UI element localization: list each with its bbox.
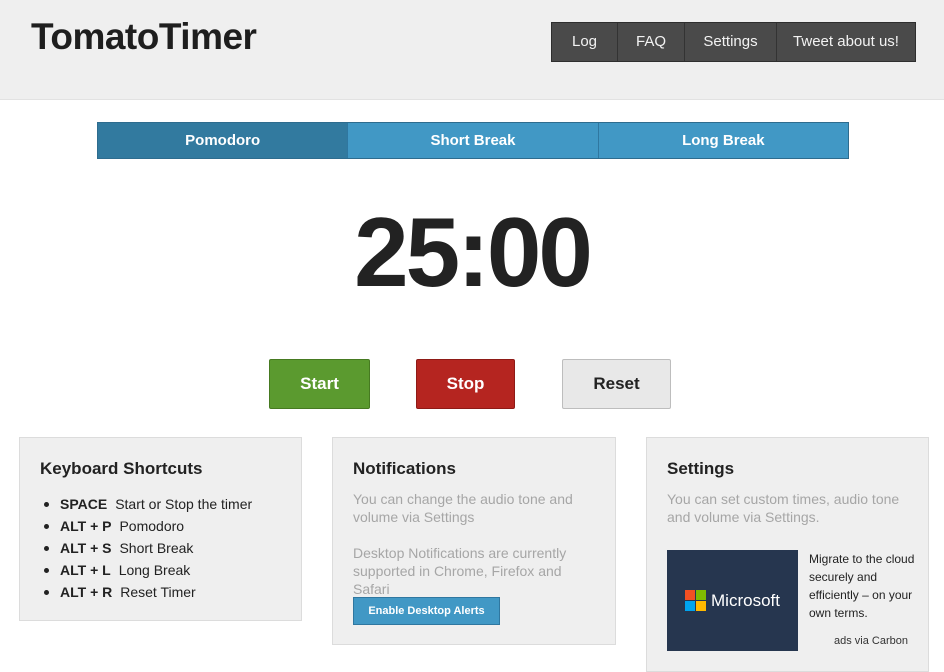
settings-text: You can set custom times, audio tone and… [667, 491, 900, 525]
shortcut-action: Pomodoro [119, 518, 185, 534]
panel-title: Notifications [353, 459, 456, 478]
shortcut-key: SPACE [60, 496, 108, 512]
notifications-panel: Notifications You can change the audio t… [332, 437, 616, 645]
panel-title: Keyboard Shortcuts [40, 459, 203, 478]
start-button[interactable]: Start [269, 359, 370, 409]
notifications-audio-text: You can change the audio tone and volume… [353, 491, 573, 525]
shortcut-action: Long Break [118, 562, 191, 578]
top-nav: Log FAQ Settings Tweet about us! [551, 22, 916, 62]
stop-button[interactable]: Stop [416, 359, 515, 409]
nav-settings[interactable]: Settings [685, 23, 777, 61]
shortcut-key: ALT + L [60, 562, 111, 578]
bullet [44, 589, 49, 595]
timer-display: 25:00 [354, 197, 593, 307]
shortcut-action: Reset Timer [120, 584, 196, 600]
enable-desktop-alerts-button[interactable]: Enable Desktop Alerts [353, 597, 500, 625]
list-item: ALT + S Short Break [40, 537, 252, 559]
panel-title: Settings [667, 459, 735, 478]
header: TomatoTimer Log FAQ Settings Tweet about… [0, 0, 944, 100]
list-item: ALT + L Long Break [40, 559, 252, 581]
nav-log[interactable]: Log [552, 23, 618, 61]
bullet [44, 501, 49, 507]
shortcut-key: ALT + P [60, 518, 112, 534]
list-item: ALT + R Reset Timer [40, 581, 252, 603]
shortcut-list: SPACE Start or Stop the timer ALT + P Pomo… [40, 493, 252, 603]
bullet [44, 545, 49, 551]
ad-image[interactable]: Microsoft [667, 550, 798, 651]
timer-mode-tabs: Pomodoro Short Break Long Break [97, 122, 849, 159]
ads-via-carbon-link[interactable]: ads via Carbon [834, 635, 908, 647]
settings-panel: Settings You can set custom times, audio… [646, 437, 929, 672]
notifications-support-text: Desktop Notifications are currently supp… [353, 545, 567, 597]
nav-tweet-about-us[interactable]: Tweet about us! [777, 23, 915, 61]
tab-pomodoro[interactable]: Pomodoro [98, 123, 349, 158]
list-item: SPACE Start or Stop the timer [40, 493, 252, 515]
ad-brand: Microsoft [711, 590, 780, 610]
shortcut-key: ALT + S [60, 540, 112, 556]
keyboard-shortcuts-panel: Keyboard Shortcuts SPACE Start or Stop th… [19, 437, 302, 621]
ad-text[interactable]: Migrate to the cloud securely and effici… [809, 550, 919, 622]
app-logo[interactable]: TomatoTimer [31, 16, 257, 58]
list-item: ALT + P Pomodoro [40, 515, 252, 537]
bullet [44, 567, 49, 573]
tab-short-break[interactable]: Short Break [348, 123, 599, 158]
microsoft-logo-icon [685, 590, 707, 611]
tab-long-break[interactable]: Long Break [598, 123, 848, 158]
shortcut-action: Short Break [119, 540, 194, 556]
reset-button[interactable]: Reset [562, 359, 671, 409]
bullet [44, 523, 49, 529]
shortcut-action: Start or Stop the timer [115, 496, 253, 512]
shortcut-key: ALT + R [60, 584, 113, 600]
nav-faq[interactable]: FAQ [618, 23, 685, 61]
